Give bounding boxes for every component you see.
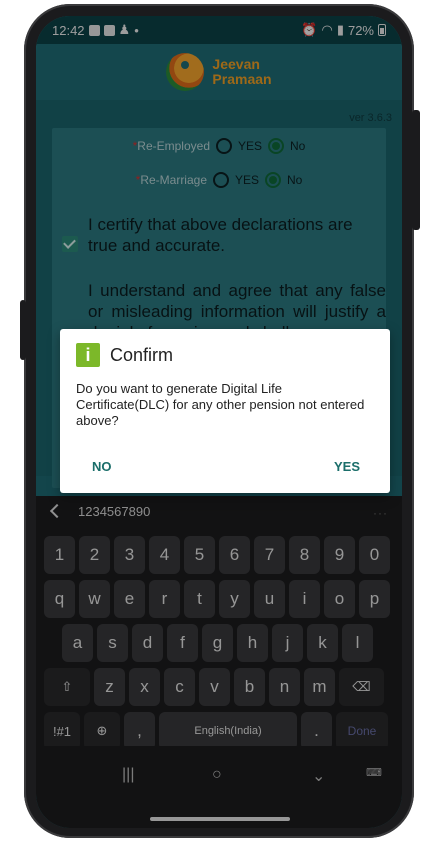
no-button[interactable]: NO bbox=[92, 459, 112, 474]
phone-screen: 12:42 ♟ • ⏰ ◠ ▮ 72% Jeevan Pramaan ver 3… bbox=[36, 16, 402, 828]
yes-button[interactable]: YES bbox=[334, 459, 360, 474]
volume-button bbox=[20, 300, 26, 360]
confirm-dialog: i Confirm Do you want to generate Digita… bbox=[60, 329, 390, 493]
info-icon: i bbox=[76, 343, 100, 367]
power-button bbox=[412, 110, 420, 230]
dialog-title: Confirm bbox=[110, 344, 174, 365]
dialog-header: i Confirm bbox=[76, 343, 173, 367]
dialog-message: Do you want to generate Digital Life Cer… bbox=[76, 381, 365, 428]
